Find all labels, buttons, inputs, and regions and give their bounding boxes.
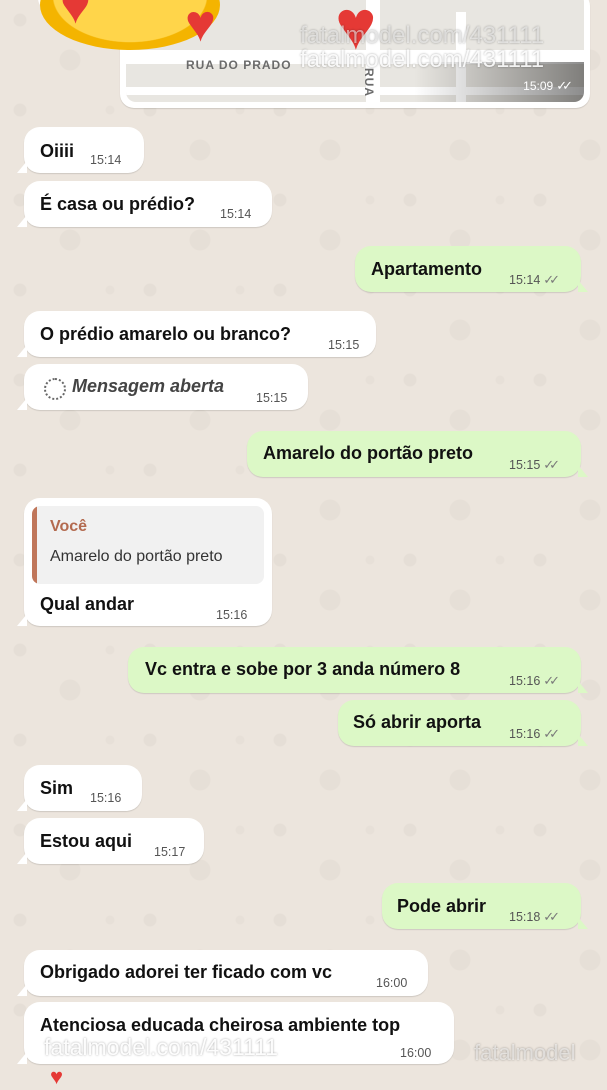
message-incoming[interactable]: Sim 15:16 [17,765,142,811]
message-time: 15:16 [509,727,541,741]
message-time: 15:16 [509,674,541,688]
message-text: Qual andar [40,594,135,614]
message-text: O prédio amarelo ou branco? [40,324,292,344]
watermark-bottom: fatalmodel.com/431111 [44,1034,278,1060]
message-time: 15:14 [509,273,541,287]
message-text: É casa ou prédio? [40,194,196,214]
read-ticks-icon: ✓✓ [543,673,560,688]
map-time: 15:09 [523,79,554,93]
message-incoming-reply[interactable]: Você Amarelo do portão preto Qual andar … [17,498,272,626]
watermark-bottom-right: fatalmodel [474,1040,576,1065]
read-ticks-icon: ✓✓ [543,909,560,924]
message-incoming[interactable]: Mensagem aberta 15:15 [17,364,308,410]
message-timestamp: 15:16 ✓✓ [509,673,560,689]
message-timestamp: 15:18 ✓✓ [509,909,560,925]
message-text: Amarelo do portão preto [263,443,474,463]
message-incoming[interactable]: Estou aqui 15:17 [17,818,204,864]
message-time: 15:18 [509,910,541,924]
message-time: 15:16 [216,608,248,622]
message-time: 15:14 [90,153,122,167]
message-text: Pode abrir [397,896,487,916]
message-incoming[interactable]: O prédio amarelo ou branco? 15:15 [17,311,376,357]
read-ticks-icon: ✓✓ [543,457,560,472]
message-incoming[interactable]: É casa ou prédio? 15:14 [17,181,272,227]
heart-icon: ♥ [185,0,216,53]
message-outgoing[interactable]: Apartamento 15:14 ✓✓ [355,246,588,292]
quote-accent-bar [32,506,37,584]
quote-text: Amarelo do portão preto [50,548,223,565]
read-ticks-icon: ✓✓ [543,272,560,287]
message-time: 15:17 [154,845,186,859]
message-text: Oiiii [40,141,75,161]
message-time: 15:14 [220,207,252,221]
message-text: Só abrir aporta [353,712,482,732]
message-text: Atenciosa educada cheirosa ambiente top [40,1015,401,1035]
message-time: 16:00 [400,1046,432,1060]
quote-author: Você [50,518,88,535]
read-ticks-icon: ✓✓ [543,726,560,741]
map-street-label: RUA DO PRADO [186,58,292,72]
message-outgoing[interactable]: Só abrir aporta 15:16 ✓✓ [338,700,588,746]
message-outgoing[interactable]: Amarelo do portão preto 15:15 ✓✓ [247,431,588,477]
message-time: 15:15 [256,391,288,405]
message-timestamp: 15:14 ✓✓ [509,272,560,288]
message-incoming[interactable]: Obrigado adorei ter ficado com vc 16:00 [17,950,428,996]
message-timestamp: 15:15 ✓✓ [509,457,560,473]
message-text: Apartamento [371,259,483,279]
message-text: Estou aqui [40,831,133,851]
message-time: 15:16 [90,791,122,805]
heart-icon: ♥ [50,1064,64,1089]
message-text: Obrigado adorei ter ficado com vc [40,962,333,982]
message-text: Vc entra e sobe por 3 anda número 8 [145,659,461,679]
message-outgoing[interactable]: Vc entra e sobe por 3 anda número 8 15:1… [128,647,588,693]
message-time: 15:15 [509,458,541,472]
message-text: Mensagem aberta [72,376,225,396]
message-text: Sim [40,778,74,798]
view-once-icon [44,378,66,400]
message-time: 15:15 [328,338,360,352]
message-time: 16:00 [376,976,408,990]
heart-icon: ♥ [60,0,91,35]
quoted-message[interactable]: Você Amarelo do portão preto [32,506,264,584]
chat-area[interactable]: RUA DO PRADO RUA 15:09 ✓✓ ♥ ♥ ♥ fatalmod… [0,0,607,1089]
message-timestamp: 15:16 ✓✓ [509,726,560,742]
watermark-top: fatalmodel.com/431111 [300,46,545,73]
message-outgoing[interactable]: Pode abrir 15:18 ✓✓ [382,883,588,929]
map-timestamp: 15:09 ✓✓ [523,78,573,94]
message-incoming[interactable]: Oiiii 15:14 [17,127,144,173]
read-ticks-icon: ✓✓ [556,78,573,93]
